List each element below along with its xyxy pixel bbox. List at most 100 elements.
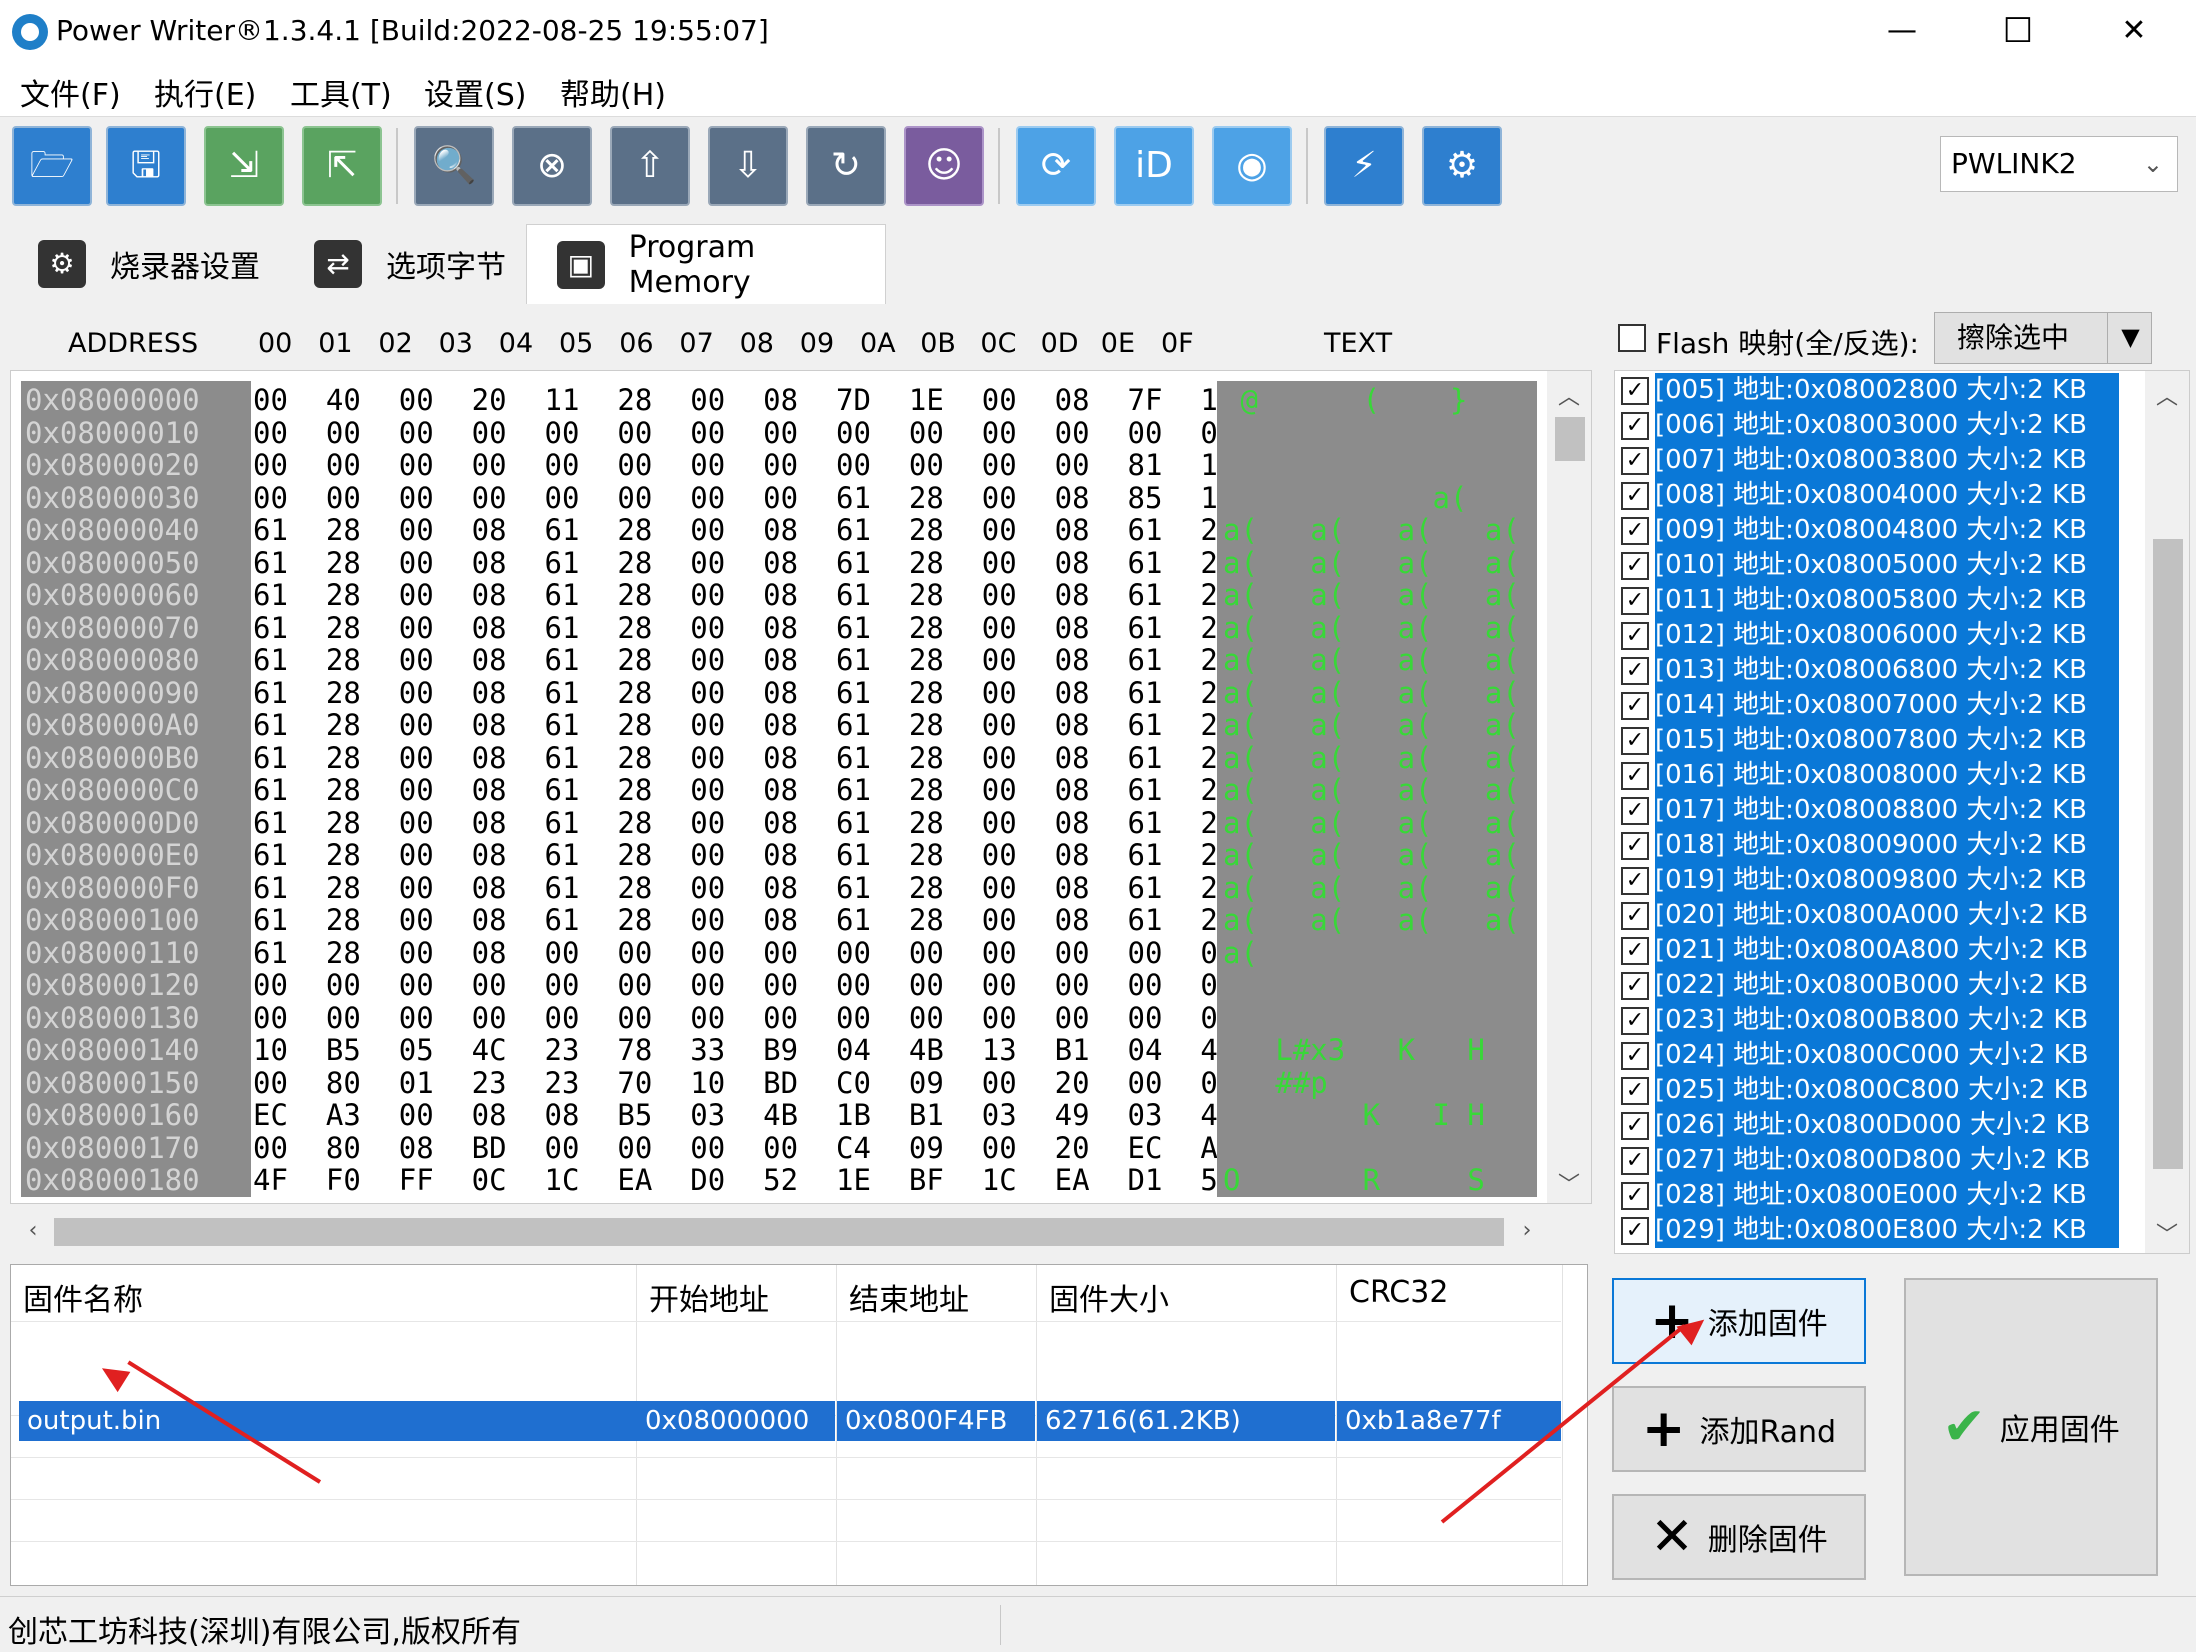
scroll-down-icon[interactable]: ﹀ — [1547, 1167, 1591, 1199]
sector-checkbox[interactable]: ✓ — [1621, 761, 1649, 790]
flash-sector-item[interactable]: ✓ [011] 地址:0x08005800 大小:2 KB — [1621, 583, 2129, 618]
menu-tools[interactable]: 工具(T) — [290, 70, 392, 114]
hex-bytes-row[interactable]: 00 40 00 20 11 28 00 08 7D 1E 00 08 7F 1… — [251, 383, 1381, 417]
hex-bytes-row[interactable]: 4F F0 FF 0C 1C EA D0 52 1E BF 1C EA D1 5… — [251, 1163, 1381, 1197]
sector-checkbox[interactable]: ✓ — [1621, 1216, 1649, 1245]
flash-sector-item[interactable]: ✓ [005] 地址:0x08002800 大小:2 KB — [1621, 373, 2129, 408]
close-button[interactable]: ✕ — [2086, 0, 2182, 64]
table-row[interactable]: output.bin 0x08000000 0x0800F4FB 62716(6… — [19, 1333, 1571, 1441]
hex-bytes-row[interactable]: 61 28 00 08 61 28 00 08 61 28 00 08 61 2… — [251, 773, 1381, 807]
menu-execute[interactable]: 执行(E) — [154, 70, 256, 114]
sector-checkbox[interactable]: ✓ — [1621, 901, 1649, 930]
flash-map-list[interactable]: ✓ [005] 地址:0x08002800 大小:2 KB ✓ [006] 地址:0x… — [1614, 370, 2190, 1254]
hex-bytes-row[interactable]: 61 28 00 08 61 28 00 08 61 28 00 08 61 2… — [251, 838, 1381, 872]
hex-bytes-row[interactable]: 00 00 00 00 00 00 00 00 00 00 00 00 00 0… — [251, 1001, 1381, 1035]
hex-bytes-row[interactable]: 61 28 00 08 61 28 00 08 61 28 00 08 61 2… — [251, 676, 1381, 710]
menu-help[interactable]: 帮助(H) — [560, 70, 666, 114]
chevron-down-icon[interactable]: ▼ — [2107, 312, 2153, 364]
flash-sector-item[interactable]: ✓ [026] 地址:0x0800D000 大小:2 KB — [1621, 1108, 2129, 1143]
flash-sector-item[interactable]: ✓ [019] 地址:0x08009800 大小:2 KB — [1621, 863, 2129, 898]
id-icon[interactable]: iD — [1114, 126, 1194, 206]
refresh-icon[interactable]: ⟳ — [1016, 126, 1096, 206]
flash-scrollbar[interactable]: ︿ ﹀ — [2145, 371, 2189, 1253]
flash-sector-item[interactable]: ✓ [021] 地址:0x0800A800 大小:2 KB — [1621, 933, 2129, 968]
tab-program-memory[interactable]: ▣ Program Memory — [526, 224, 886, 304]
maximize-button[interactable]: ☐ — [1970, 0, 2066, 64]
hex-bytes-row[interactable]: 61 28 00 08 61 28 00 08 61 28 00 08 61 2… — [251, 546, 1381, 580]
hex-horizontal-scrollbar[interactable]: ‹ › — [10, 1206, 1592, 1258]
flash-sector-item[interactable]: ✓ [006] 地址:0x08003000 大小:2 KB — [1621, 408, 2129, 443]
sector-checkbox[interactable]: ✓ — [1621, 831, 1649, 860]
flash-sector-item[interactable]: ✓ [025] 地址:0x0800C800 大小:2 KB — [1621, 1073, 2129, 1108]
scroll-up-icon[interactable]: ︿ — [1547, 379, 1591, 411]
sector-checkbox[interactable]: ✓ — [1621, 446, 1649, 475]
sector-checkbox[interactable]: ✓ — [1621, 796, 1649, 825]
hex-bytes-row[interactable]: 00 00 00 00 00 00 00 00 00 00 00 00 00 0… — [251, 416, 1381, 450]
sector-checkbox[interactable]: ✓ — [1621, 1041, 1649, 1070]
flash-sector-item[interactable]: ✓ [007] 地址:0x08003800 大小:2 KB — [1621, 443, 2129, 478]
sector-checkbox[interactable]: ✓ — [1621, 551, 1649, 580]
sector-checkbox[interactable]: ✓ — [1621, 1181, 1649, 1210]
hex-bytes-row[interactable]: 00 80 01 23 23 70 10 BD C0 09 00 20 00 0… — [251, 1066, 1381, 1100]
hex-bytes-row[interactable]: 61 28 00 08 61 28 00 08 61 28 00 08 61 2… — [251, 708, 1381, 742]
download-chip-icon[interactable]: ⇩ — [708, 126, 788, 206]
flash-sector-item[interactable]: ✓ [028] 地址:0x0800E000 大小:2 KB — [1621, 1178, 2129, 1213]
erase-chip-icon[interactable]: ⊗ — [512, 126, 592, 206]
sector-checkbox[interactable]: ✓ — [1621, 516, 1649, 545]
sector-checkbox[interactable]: ✓ — [1621, 656, 1649, 685]
verify-chip-icon[interactable]: ↻ — [806, 126, 886, 206]
select-all-checkbox[interactable] — [1618, 324, 1646, 352]
header-size[interactable]: 固件大小 — [1049, 1275, 1169, 1319]
scroll-right-icon[interactable]: › — [1512, 1218, 1542, 1243]
hex-bytes-row[interactable]: 61 28 00 08 61 28 00 08 61 28 00 08 61 2… — [251, 611, 1381, 645]
hex-bytes-row[interactable]: EC A3 00 08 08 B5 03 4B 1B B1 03 49 03 4… — [251, 1098, 1381, 1132]
flash-sector-item[interactable]: ✓ [012] 地址:0x08006000 大小:2 KB — [1621, 618, 2129, 653]
tab-programmer-settings[interactable]: ⚙ 烧录器设置 — [8, 224, 278, 304]
hex-bytes-row[interactable]: 61 28 00 08 61 28 00 08 61 28 00 08 61 2… — [251, 871, 1381, 905]
sector-checkbox[interactable]: ✓ — [1621, 726, 1649, 755]
flash-sector-item[interactable]: ✓ [018] 地址:0x08009000 大小:2 KB — [1621, 828, 2129, 863]
export-icon[interactable]: ⇱ — [302, 126, 382, 206]
header-start[interactable]: 开始地址 — [649, 1275, 769, 1319]
sector-checkbox[interactable]: ✓ — [1621, 866, 1649, 895]
flash-sector-item[interactable]: ✓ [014] 地址:0x08007000 大小:2 KB — [1621, 688, 2129, 723]
scroll-up-icon[interactable]: ︿ — [2145, 379, 2189, 411]
search-chip-icon[interactable]: 🔍 — [414, 126, 494, 206]
hex-bytes-row[interactable]: 61 28 00 08 61 28 00 08 61 28 00 08 61 2… — [251, 741, 1381, 775]
header-end[interactable]: 结束地址 — [849, 1275, 969, 1319]
scroll-left-icon[interactable]: ‹ — [18, 1218, 48, 1243]
flash-sector-item[interactable]: ✓ [015] 地址:0x08007800 大小:2 KB — [1621, 723, 2129, 758]
record-icon[interactable]: ◉ — [1212, 126, 1292, 206]
hex-bytes-row[interactable]: 10 B5 05 4C 23 78 33 B9 04 4B 13 B1 04 4… — [251, 1033, 1381, 1067]
flash-sector-item[interactable]: ✓ [009] 地址:0x08004800 大小:2 KB — [1621, 513, 2129, 548]
sector-checkbox[interactable]: ✓ — [1621, 1111, 1649, 1140]
flash-sector-item[interactable]: ✓ [008] 地址:0x08004000 大小:2 KB — [1621, 478, 2129, 513]
scroll-down-icon[interactable]: ﹀ — [2145, 1217, 2189, 1249]
sector-checkbox[interactable]: ✓ — [1621, 1076, 1649, 1105]
flash-sector-item[interactable]: ✓ [013] 地址:0x08006800 大小:2 KB — [1621, 653, 2129, 688]
add-rand-button[interactable]: + 添加Rand — [1612, 1386, 1866, 1472]
erase-selected-button[interactable]: 擦除选中 ▼ — [1934, 312, 2152, 364]
flash-sector-item[interactable]: ✓ [020] 地址:0x0800A000 大小:2 KB — [1621, 898, 2129, 933]
hex-bytes-row[interactable]: 61 28 00 08 00 00 00 00 00 00 00 00 00 0… — [251, 936, 1381, 970]
robot-icon[interactable]: ☺ — [904, 126, 984, 206]
chip-config-icon[interactable]: ⚙ — [1422, 126, 1502, 206]
upload-chip-icon[interactable]: ⇧ — [610, 126, 690, 206]
hex-view[interactable]: 0x08000000 0x08000010 0x08000020 0x08000030… — [10, 370, 1592, 1204]
scroll-thumb[interactable] — [54, 1218, 1504, 1246]
menu-settings[interactable]: 设置(S) — [424, 70, 526, 114]
sector-checkbox[interactable]: ✓ — [1621, 1006, 1649, 1035]
flash-sector-item[interactable]: ✓ [027] 地址:0x0800D800 大小:2 KB — [1621, 1143, 2129, 1178]
flash-sector-item[interactable]: ✓ [022] 地址:0x0800B000 大小:2 KB — [1621, 968, 2129, 1003]
flash-sector-item[interactable]: ✓ [017] 地址:0x08008800 大小:2 KB — [1621, 793, 2129, 828]
flash-sector-item[interactable]: ✓ [016] 地址:0x08008000 大小:2 KB — [1621, 758, 2129, 793]
hex-bytes-row[interactable]: 61 28 00 08 61 28 00 08 61 28 00 08 61 2… — [251, 806, 1381, 840]
sector-checkbox[interactable]: ✓ — [1621, 376, 1649, 405]
open-folder-icon[interactable]: 🗁 — [12, 126, 92, 206]
flash-sector-item[interactable]: ✓ [029] 地址:0x0800E800 大小:2 KB — [1621, 1213, 2129, 1248]
tab-option-bytes[interactable]: ⇄ 选项字节 — [284, 224, 524, 304]
device-select[interactable]: PWLINK2 ⌄ — [1940, 136, 2178, 192]
hex-bytes-row[interactable]: 61 28 00 08 61 28 00 08 61 28 00 08 61 2… — [251, 513, 1381, 547]
hex-bytes-row[interactable]: 00 00 00 00 00 00 00 00 00 00 00 00 81 1… — [251, 448, 1381, 482]
header-name[interactable]: 固件名称 — [23, 1275, 143, 1319]
